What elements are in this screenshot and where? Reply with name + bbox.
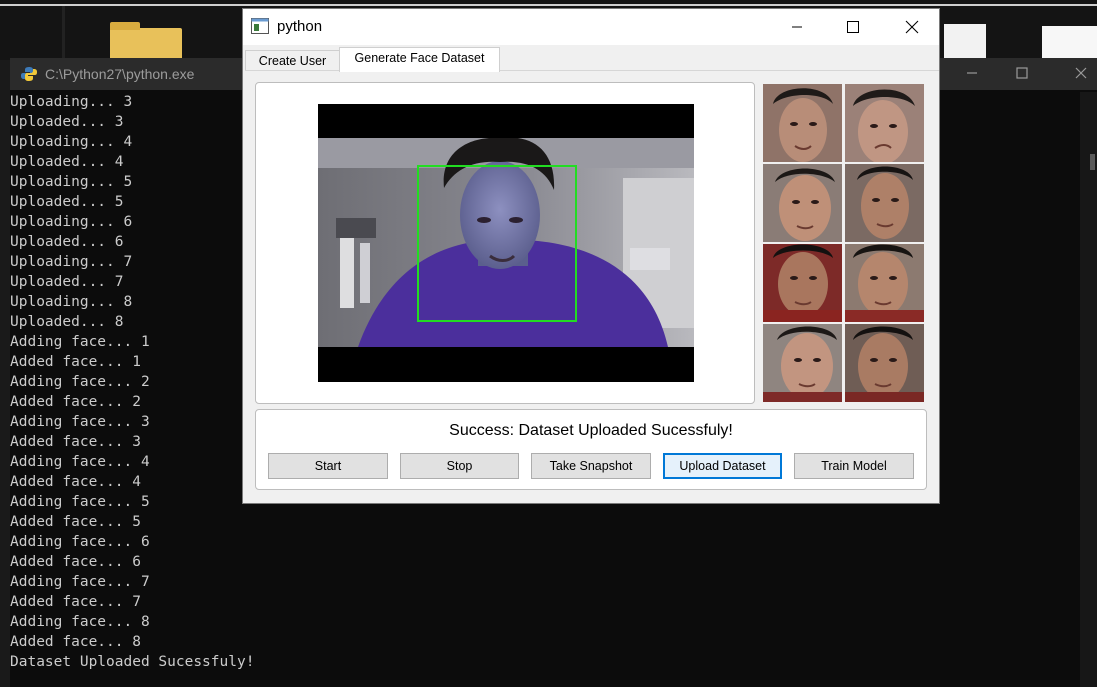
maximize-icon <box>847 21 859 33</box>
camera-preview-frame <box>255 82 755 404</box>
folder-icon[interactable] <box>110 22 182 60</box>
console-maximize-button[interactable] <box>1004 62 1040 86</box>
status-message: Success: Dataset Uploaded Sucessfuly! <box>449 422 733 439</box>
console-line: Added face... 8 <box>10 634 141 650</box>
train-model-button[interactable]: Train Model <box>794 453 914 479</box>
face-thumbnail-image <box>763 164 842 242</box>
console-line: Added face... 5 <box>10 514 141 530</box>
console-line: Dataset Uploaded Sucessfuly! <box>10 654 255 670</box>
face-thumbnail[interactable] <box>763 164 842 242</box>
console-line: Adding face... 8 <box>10 614 150 630</box>
file-icon[interactable] <box>944 24 986 60</box>
face-thumbnail-image <box>763 244 842 322</box>
face-thumbnail-image <box>845 244 924 322</box>
face-thumbnail[interactable] <box>845 244 924 322</box>
app-window: python Create User Generate Face Dataset <box>242 8 940 504</box>
python-icon <box>21 67 37 81</box>
take-snapshot-button[interactable]: Take Snapshot <box>531 453 651 479</box>
face-thumbnail[interactable] <box>763 324 842 402</box>
face-thumbnail-image <box>845 84 924 162</box>
console-line: Adding face... 6 <box>10 534 150 550</box>
face-thumbnail-image <box>845 164 924 242</box>
console-scrollbar-thumb[interactable] <box>1090 154 1095 170</box>
face-thumbnail[interactable] <box>763 84 842 162</box>
minimize-icon <box>967 72 977 74</box>
face-thumbnail-image <box>845 324 924 402</box>
maximize-icon <box>1016 67 1028 79</box>
upload-dataset-button[interactable]: Upload Dataset <box>663 453 782 479</box>
start-button[interactable]: Start <box>268 453 388 479</box>
face-thumbnail[interactable] <box>763 244 842 322</box>
console-line: Added face... 6 <box>10 554 141 570</box>
stop-button[interactable]: Stop <box>400 453 519 479</box>
minimize-icon <box>792 26 802 28</box>
app-titlebar[interactable]: python <box>243 9 939 45</box>
status-panel: Success: Dataset Uploaded Sucessfuly! St… <box>255 409 927 490</box>
desktop-edge <box>0 4 1097 6</box>
app-close-button[interactable] <box>889 9 935 45</box>
console-title: C:\Python27\python.exe <box>45 66 195 82</box>
app-title: python <box>277 18 323 35</box>
face-thumbnail[interactable] <box>845 324 924 402</box>
desktop-divider <box>62 6 65 60</box>
app-minimize-button[interactable] <box>774 9 820 45</box>
console-scrollbar[interactable] <box>1080 92 1097 687</box>
face-thumbnail-image <box>763 324 842 402</box>
console-close-button[interactable] <box>1063 62 1097 86</box>
close-icon <box>905 20 919 34</box>
face-thumbnail-image <box>763 84 842 162</box>
tab-generate-face-dataset[interactable]: Generate Face Dataset <box>339 47 500 72</box>
close-icon <box>1075 67 1087 79</box>
face-thumbnail[interactable] <box>845 84 924 162</box>
file-icon-2[interactable] <box>1042 26 1097 60</box>
console-minimize-button[interactable] <box>954 62 990 86</box>
console-line: Adding face... 7 <box>10 574 150 590</box>
window-icon <box>251 18 269 34</box>
face-detection-box <box>417 165 577 322</box>
app-maximize-button[interactable] <box>830 9 876 45</box>
tab-create-user[interactable]: Create User <box>245 50 340 71</box>
camera-feed <box>318 104 694 382</box>
face-thumbnail-grid <box>763 84 925 404</box>
console-line: Added face... 7 <box>10 594 141 610</box>
tab-bar: Create User Generate Face Dataset <box>243 47 939 72</box>
face-thumbnail[interactable] <box>845 164 924 242</box>
